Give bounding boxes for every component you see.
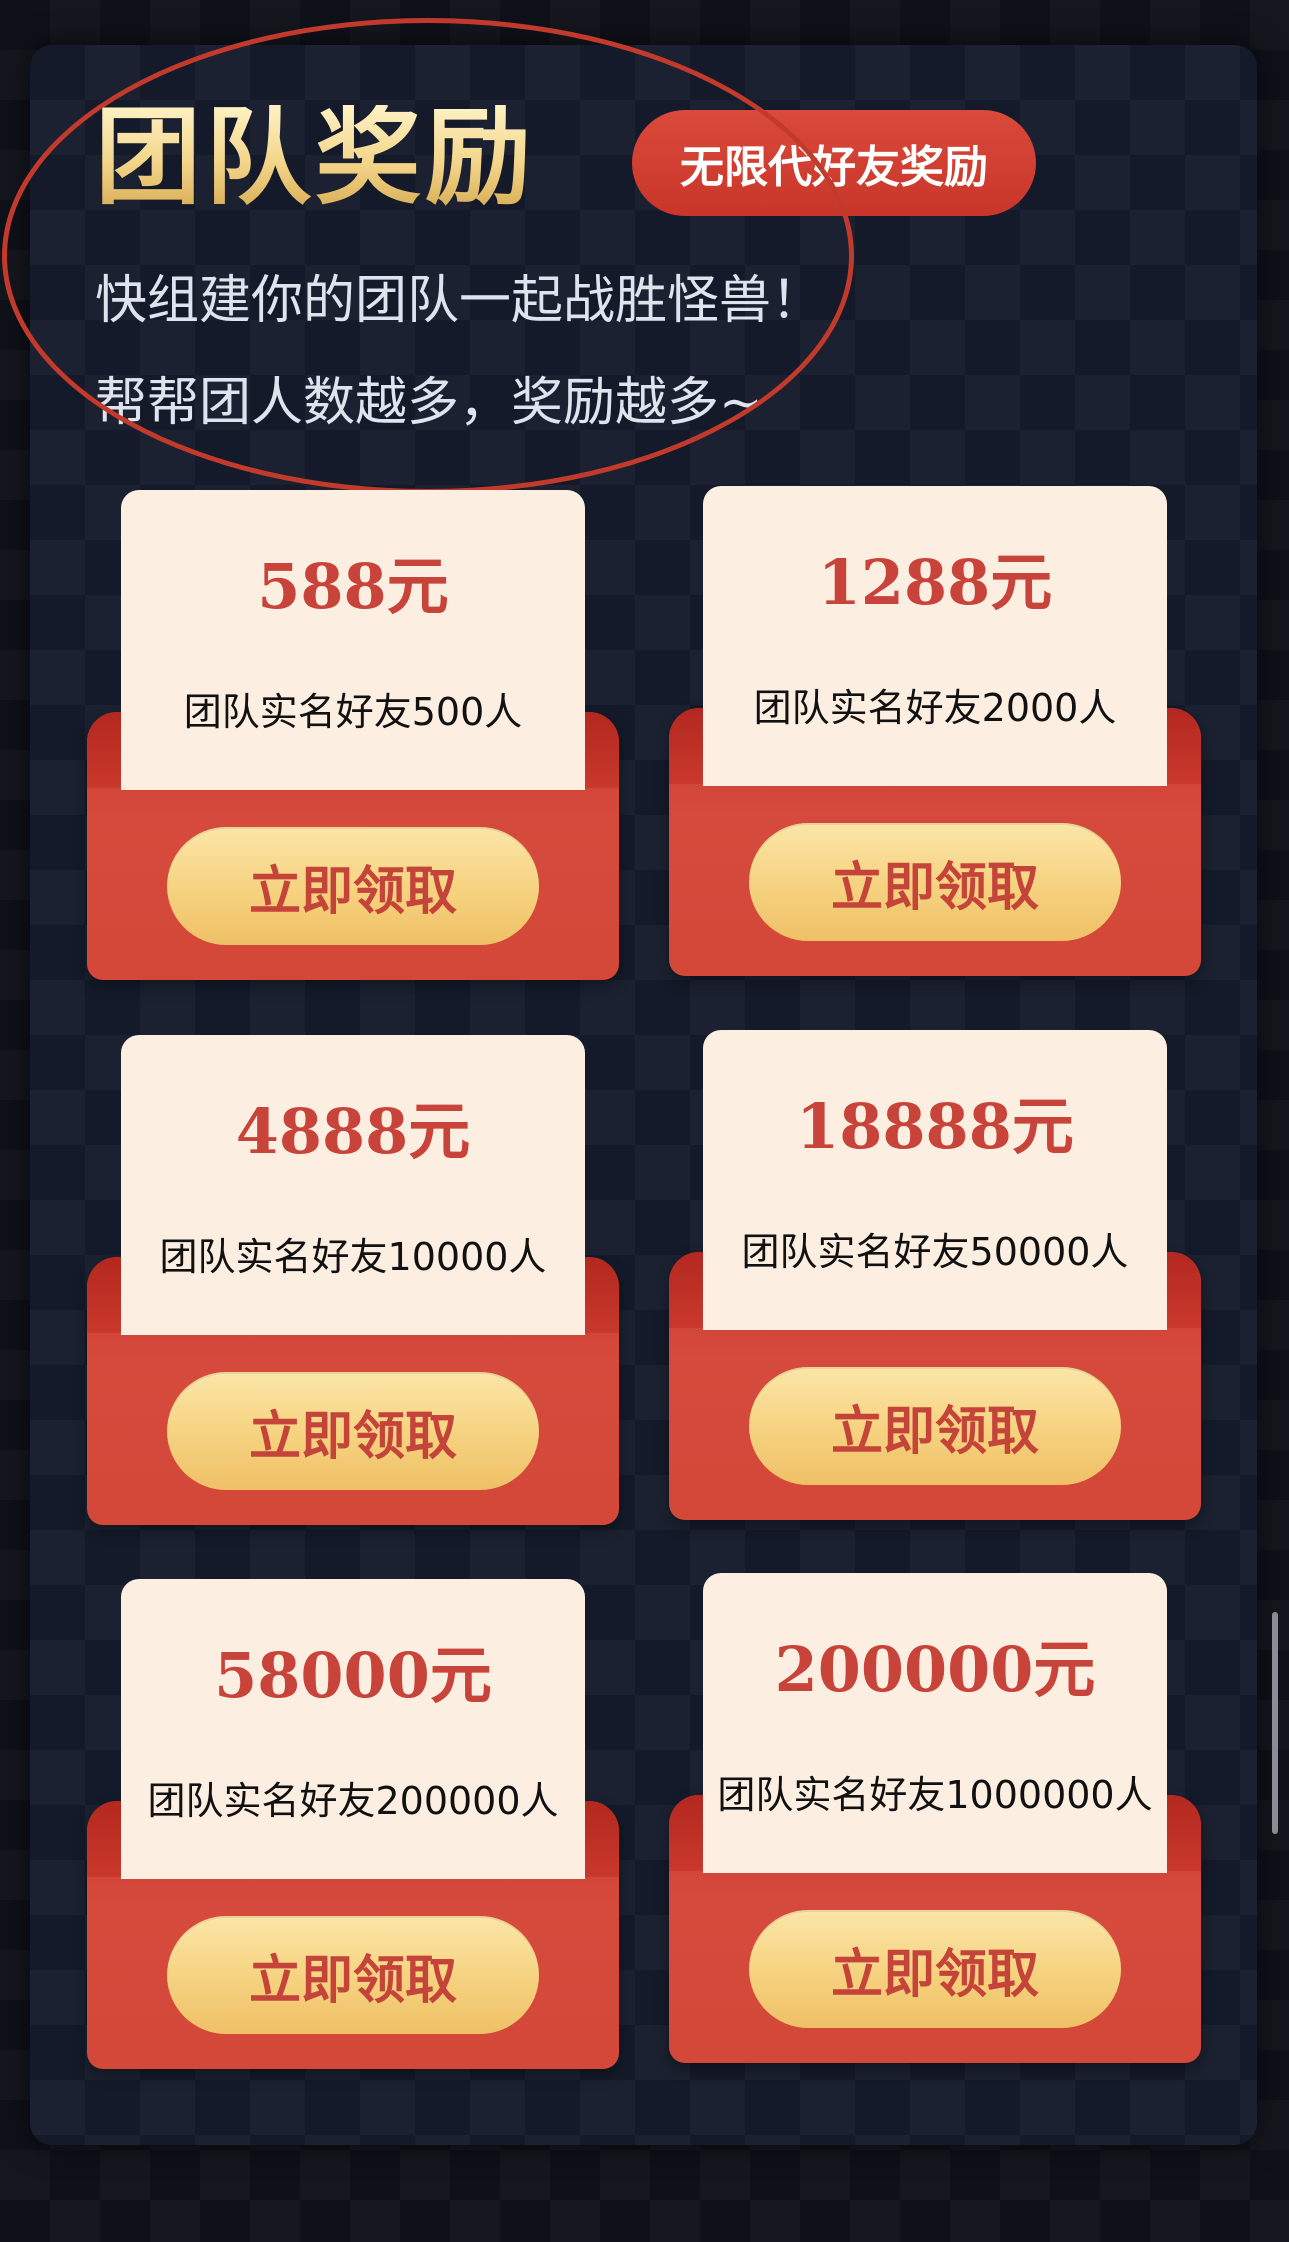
reward-card: 58000元 团队实名好友200000人 立即领取 xyxy=(87,1579,619,2069)
claim-button[interactable]: 立即领取 xyxy=(749,823,1121,941)
reward-condition: 团队实名好友200000人 xyxy=(147,1779,559,1823)
subtitle-line-1: 快组建你的团队一起战胜怪兽！ xyxy=(95,271,824,331)
reward-amount: 18888元 xyxy=(796,1090,1074,1163)
reward-card: 18888元 团队实名好友50000人 立即领取 xyxy=(669,1030,1201,1520)
reward-card: 200000元 团队实名好友1000000人 立即领取 xyxy=(669,1573,1201,2063)
claim-button[interactable]: 立即领取 xyxy=(167,827,539,945)
reward-amount: 1288元 xyxy=(817,546,1053,619)
reward-card-paper xyxy=(121,490,585,790)
reward-condition: 团队实名好友50000人 xyxy=(741,1230,1129,1274)
subtitle-line-2: 帮帮团人数越多，奖励越多~ xyxy=(95,373,763,433)
reward-card: 4888元 团队实名好友10000人 立即领取 xyxy=(87,1035,619,1525)
reward-card-paper xyxy=(703,1573,1167,1873)
reward-amount: 58000元 xyxy=(214,1639,492,1712)
reward-card: 1288元 团队实名好友2000人 立即领取 xyxy=(669,486,1201,976)
vertical-scrollbar[interactable] xyxy=(1272,1612,1278,1834)
reward-amount: 4888元 xyxy=(235,1095,471,1168)
unlimited-friend-reward-badge[interactable]: 无限代好友奖励 xyxy=(632,110,1036,216)
claim-button[interactable]: 立即领取 xyxy=(167,1372,539,1490)
reward-amount: 588元 xyxy=(257,550,449,623)
reward-card-paper xyxy=(703,486,1167,786)
claim-button[interactable]: 立即领取 xyxy=(167,1916,539,2034)
reward-amount: 200000元 xyxy=(774,1633,1096,1706)
reward-card: 588元 团队实名好友500人 立即领取 xyxy=(87,490,619,980)
reward-card-paper xyxy=(121,1035,585,1335)
reward-card-paper xyxy=(703,1030,1167,1330)
page: 团队奖励 无限代好友奖励 快组建你的团队一起战胜怪兽！ 帮帮团人数越多，奖励越多… xyxy=(0,0,1289,2242)
claim-button[interactable]: 立即领取 xyxy=(749,1367,1121,1485)
page-title: 团队奖励 xyxy=(95,96,535,219)
reward-condition: 团队实名好友10000人 xyxy=(159,1235,547,1279)
reward-card-paper xyxy=(121,1579,585,1879)
reward-condition: 团队实名好友1000000人 xyxy=(717,1773,1153,1817)
reward-condition: 团队实名好友2000人 xyxy=(753,686,1117,730)
claim-button[interactable]: 立即领取 xyxy=(749,1910,1121,2028)
reward-condition: 团队实名好友500人 xyxy=(183,690,523,734)
